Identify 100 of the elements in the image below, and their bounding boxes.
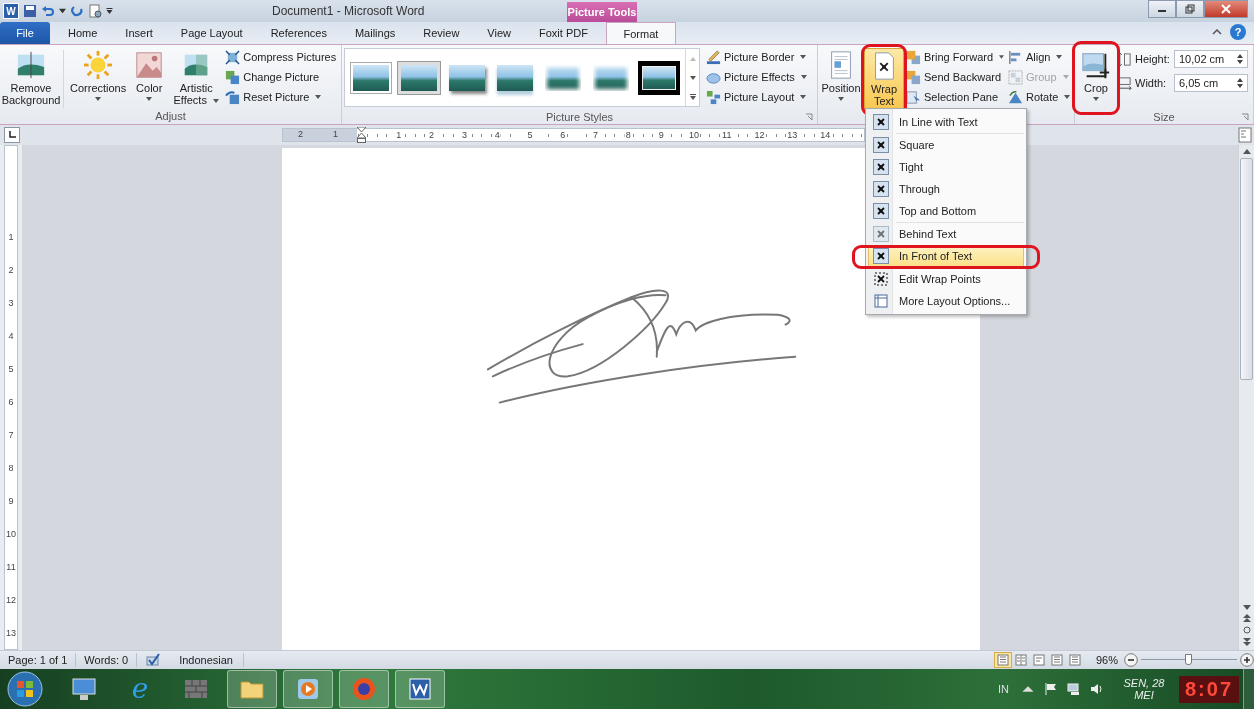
zoom-out-button[interactable]	[1124, 653, 1138, 667]
view-icon	[1032, 654, 1045, 666]
height-field[interactable]: 10,02 cm	[1174, 50, 1248, 68]
dialog-launcher-icon[interactable]	[1241, 113, 1249, 121]
save-icon[interactable]	[23, 4, 37, 18]
caret-icon	[1093, 97, 1099, 101]
bring-forward-button[interactable]: Bring Forward	[906, 48, 1006, 66]
zoom-in-button[interactable]	[1240, 653, 1254, 667]
date-label[interactable]: SEN, 28 MEI	[1116, 677, 1171, 701]
word-count[interactable]: Words: 0	[76, 653, 138, 667]
start-button[interactable]	[7, 671, 43, 707]
indent-marker[interactable]	[357, 127, 366, 143]
dialog-launcher-icon[interactable]	[805, 113, 813, 121]
ribbon-tab[interactable]: File	[0, 22, 50, 44]
clock[interactable]: 8:07	[1178, 675, 1239, 703]
redo-icon[interactable]	[70, 4, 84, 18]
compress-pictures-button[interactable]: Compress Pictures	[225, 48, 339, 66]
zoom-slider[interactable]	[1141, 653, 1237, 667]
menu-item[interactable]: More Layout Options...	[868, 290, 1024, 312]
remove-background-button[interactable]: Remove Background	[2, 48, 60, 110]
wrap-text-button[interactable]: Wrap Text	[864, 48, 904, 110]
taskbar-app-button[interactable]	[339, 670, 389, 708]
proofing-check-icon[interactable]	[145, 653, 162, 667]
layout-options-icon	[873, 293, 889, 309]
taskbar-app-button[interactable]	[227, 670, 277, 708]
position-button[interactable]: Position	[820, 48, 862, 110]
menu-item[interactable]: Edit Wrap Points	[868, 268, 1024, 290]
menu-item[interactable]: Behind Text	[868, 223, 1024, 245]
scrollbar-thumb[interactable]	[1240, 158, 1253, 380]
height-label: Height:	[1135, 53, 1171, 65]
ruler-number: 6	[8, 396, 14, 408]
wrap-icon	[873, 181, 889, 197]
up-arrow-icon[interactable]	[1242, 149, 1251, 154]
ruler-number: 9	[8, 495, 14, 507]
ribbon-tab[interactable]: Review	[409, 22, 474, 44]
view-mode-button[interactable]	[993, 652, 1012, 668]
selection-pane-button[interactable]: Selection Pane	[906, 88, 1006, 106]
picture-style-thumbnail[interactable]	[398, 60, 440, 95]
color-button[interactable]: Color	[131, 48, 168, 110]
caret-icon[interactable]	[59, 8, 66, 14]
wrap-icon	[873, 248, 889, 264]
ribbon-tab[interactable]: Format	[605, 22, 676, 44]
menu-item[interactable]: Square	[868, 134, 1024, 156]
vertical-scrollbar[interactable]	[1238, 145, 1254, 650]
align-button[interactable]: Align	[1008, 48, 1073, 66]
previous-page-icon[interactable]	[1242, 614, 1251, 622]
width-label: Width:	[1135, 77, 1168, 89]
flag-icon[interactable]	[1043, 682, 1058, 696]
plus-icon	[1240, 653, 1254, 667]
undo-icon[interactable]	[41, 4, 55, 18]
rotate-button[interactable]: Rotate	[1008, 88, 1073, 106]
picture-style-thumbnail[interactable]	[638, 60, 680, 95]
ribbon-tab[interactable]: Mailings	[340, 22, 410, 44]
ribbon-tab[interactable]: Page Layout	[166, 22, 257, 44]
menu-item[interactable]: Top and Bottom	[868, 200, 1024, 222]
picture-effects-button[interactable]: Picture Effects	[706, 68, 809, 86]
input-language[interactable]: IN	[997, 683, 1009, 695]
zoom-slider-thumb[interactable]	[1185, 654, 1193, 665]
word-app-icon[interactable]: W	[3, 3, 19, 19]
change-picture-button[interactable]: Change Picture	[225, 68, 339, 86]
show-desktop-button[interactable]	[1243, 669, 1254, 709]
send-backward-button[interactable]: Send Backward	[906, 68, 1006, 86]
speaker-icon[interactable]	[1089, 682, 1104, 696]
spinner-icon[interactable]	[1237, 53, 1243, 65]
spinner-icon[interactable]	[1237, 77, 1243, 89]
width-field[interactable]: 6,05 cm	[1174, 74, 1248, 92]
picture-border-button[interactable]: Picture Border	[706, 48, 809, 66]
minimize-button[interactable]	[1148, 0, 1176, 18]
language-label[interactable]: Indonesian	[169, 653, 244, 667]
ribbon-tab[interactable]: Foxit PDF	[525, 22, 602, 44]
artistic-effects-button[interactable]: Artistic Effects	[169, 48, 224, 110]
network-icon[interactable]	[1066, 682, 1081, 696]
ribbon-tab[interactable]: References	[256, 22, 341, 44]
menu-item[interactable]: Through	[868, 178, 1024, 200]
close-button[interactable]	[1204, 0, 1248, 18]
zoom-level[interactable]: 96%	[1095, 654, 1118, 666]
restore-button[interactable]	[1176, 0, 1204, 18]
menu-item[interactable]: In Line with Text	[868, 111, 1024, 133]
taskbar-app-button[interactable]	[395, 670, 445, 708]
page-count[interactable]: Page: 1 of 1	[0, 653, 77, 667]
next-page-icon[interactable]	[1242, 638, 1251, 646]
print-preview-icon[interactable]	[88, 4, 102, 18]
ruler-number: 1	[332, 129, 339, 141]
ribbon-tab[interactable]: Insert	[111, 22, 167, 44]
collapse-ribbon-icon[interactable]	[1212, 28, 1222, 36]
tab-selector[interactable]	[4, 127, 20, 143]
browse-object-icon[interactable]	[1242, 626, 1251, 634]
ribbon-tab[interactable]: Home	[54, 22, 112, 44]
customize-menu-icon[interactable]	[106, 8, 113, 14]
height-icon	[1117, 51, 1132, 67]
picture-layout-button[interactable]: Picture Layout	[706, 88, 809, 106]
crop-button[interactable]: Crop	[1077, 48, 1115, 110]
help-button[interactable]: ?	[1230, 24, 1246, 40]
ruler-number: 2	[428, 130, 436, 140]
reset-picture-button[interactable]: Reset Picture	[225, 88, 339, 106]
ruler-number: 10	[6, 528, 16, 540]
corrections-button[interactable]: Corrections	[67, 48, 130, 110]
menu-item[interactable]: Tight	[868, 156, 1024, 178]
ribbon-tab[interactable]: View	[473, 22, 525, 44]
down-arrow-icon[interactable]	[1242, 605, 1251, 610]
